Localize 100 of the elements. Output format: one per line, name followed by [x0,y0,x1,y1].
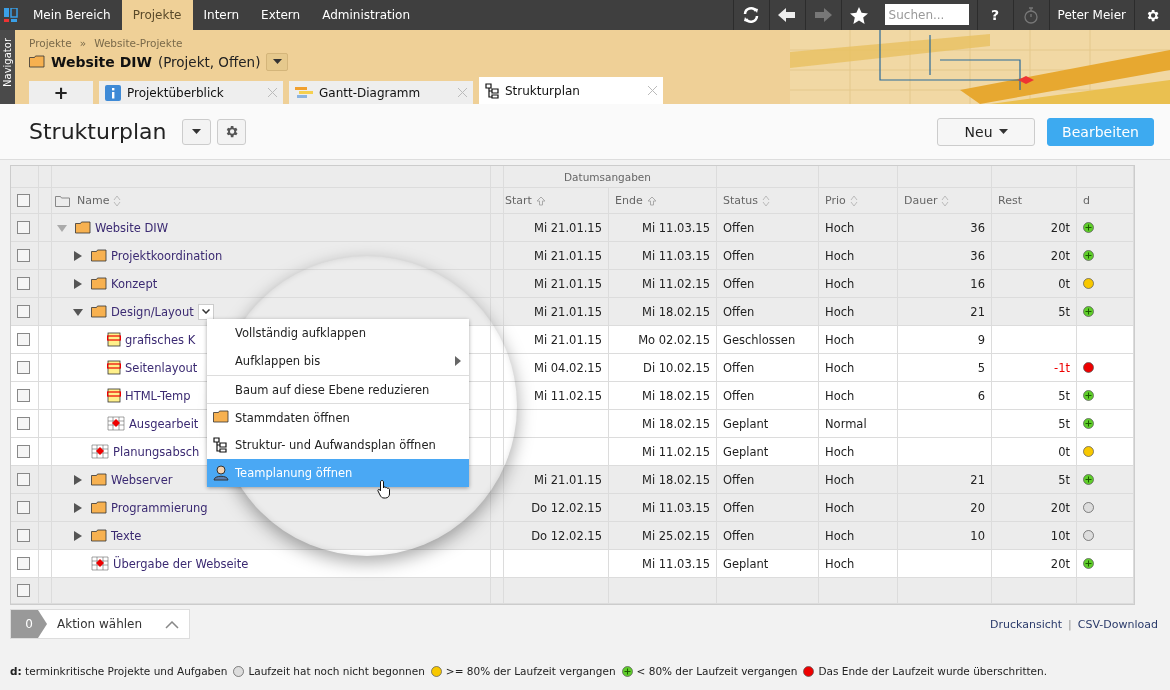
column-header[interactable]: Status [717,188,819,213]
hand-cursor-icon [377,479,393,499]
column-header[interactable]: Dauer [898,188,992,213]
table-cell: 20t [992,550,1077,577]
table-cell: Geschlossen [717,326,819,353]
table-cell: 10t [992,522,1077,549]
table-cell: Geplant [717,438,819,465]
table-cell: Hoch [819,326,898,353]
navigator-sidebar[interactable]: Navigator [0,30,15,104]
view-menu-button[interactable] [182,118,212,145]
tree-item-name[interactable]: Seitenlayout [125,360,198,375]
row-checkbox[interactable] [17,333,30,346]
row-checkbox[interactable] [17,361,30,374]
table-cell: Mi 21.01.15 [499,242,609,269]
select-all-checkbox[interactable] [17,194,30,207]
table-cell: 20t [992,494,1077,521]
row-checkbox[interactable] [17,305,30,318]
table-cell: Mi 21.01.15 [499,466,609,493]
column-header[interactable]: Prio [819,188,898,213]
caret-icon [998,129,1008,134]
row-checkbox[interactable] [17,389,30,402]
page-title: Strukturplan [29,119,167,144]
project-name: Website DIW [51,53,152,70]
table-cell: Offen [717,466,819,493]
close-icon[interactable] [458,88,467,97]
table-cell: Offen [717,270,819,297]
table-cell: Normal [819,410,898,437]
row-checkbox[interactable] [17,584,30,597]
tree-item-name[interactable]: Projektkoordination [111,248,223,263]
document-tab[interactable]: Gantt-Diagramm [289,81,473,104]
submenu-arrow-icon [455,356,461,366]
app-logo[interactable] [4,8,18,22]
breadcrumb-link[interactable]: Projekte [29,37,72,49]
tree-item-name[interactable]: Design/Layout [111,304,194,319]
folder-icon [91,501,107,514]
row-checkbox[interactable] [17,277,30,290]
column-header[interactable]: d [1077,188,1134,213]
row-checkbox[interactable] [17,501,30,514]
menu-item[interactable]: Baum auf diese Ebene reduzieren [207,375,469,403]
menu-item[interactable]: Aufklappen bis [207,347,469,375]
nav-tab[interactable]: Administration [311,0,421,30]
project-menu-button[interactable] [266,52,289,71]
menu-item[interactable]: Struktur- und Aufwandsplan öffnen [207,431,469,459]
table-cell: Offen [717,298,819,325]
column-header[interactable]: Start [499,188,609,213]
chevron-down-icon [201,309,210,314]
tree-item-name[interactable]: Website DIW [95,220,169,235]
table-cell: Mi 11.02.15 [609,438,717,465]
row-checkbox[interactable] [17,221,30,234]
row-checkbox[interactable] [17,473,30,486]
nav-tab[interactable]: Mein Bereich [22,0,122,30]
tree-item-name[interactable]: Texte [111,528,142,543]
collapsed-triangle-icon[interactable] [73,502,83,513]
close-icon[interactable] [268,88,277,97]
csv-download-link[interactable]: CSV-Download [1077,617,1158,631]
add-tab-button[interactable]: + [29,81,93,104]
nav-tab[interactable]: Intern [192,0,251,30]
new-dropdown-button[interactable]: Neu [937,117,1036,146]
search-field[interactable]: Suchen... [884,4,969,25]
row-menu-button[interactable] [197,303,214,320]
print-view-link[interactable]: Druckansicht [990,617,1063,631]
column-header[interactable]: Ende [609,188,717,213]
tree-item-name[interactable]: HTML-Temp [125,388,191,403]
row-checkbox[interactable] [17,417,30,430]
tree-item-name[interactable]: Programmierung [111,500,208,515]
legend-label: Laufzeit hat noch nicht begonnen [248,665,425,677]
tree-item-name[interactable]: Planungsabsch [113,444,200,459]
collapsed-triangle-icon[interactable] [73,474,83,485]
expanded-triangle-icon[interactable] [73,306,83,317]
tree-item-name[interactable]: Ausgearbeit [129,416,199,431]
table-cell: Mi 11.03.15 [609,494,717,521]
collapsed-triangle-icon[interactable] [73,278,83,289]
menu-item[interactable]: Vollständig aufklappen [207,319,469,347]
table-cell: 0t [992,270,1077,297]
column-header[interactable]: Name [49,188,491,213]
close-icon[interactable] [648,86,657,95]
folder-tree-icon [55,194,73,207]
person-icon [213,465,229,481]
nav-tab[interactable]: Extern [250,0,312,30]
table-cell: 5 [898,354,992,381]
action-dropdown[interactable]: 0 Aktion wählen [10,609,190,639]
menu-item[interactable]: Stammdaten öffnen [207,403,469,431]
row-checkbox[interactable] [17,445,30,458]
tree-item-name[interactable]: Konzept [111,276,158,291]
page-settings-button[interactable] [217,118,247,145]
table-cell: 36 [898,242,992,269]
column-header[interactable]: Rest [992,188,1077,213]
breadcrumb-link[interactable]: Website-Projekte [94,37,183,49]
row-checkbox[interactable] [17,249,30,262]
collapsed-triangle-icon[interactable] [73,530,83,541]
document-tab[interactable]: Strukturplan [479,77,663,104]
tree-item-name[interactable]: Übergabe der Webseite [113,556,249,571]
table-cell: Hoch [819,382,898,409]
tree-item-name[interactable]: grafisches K [125,332,196,347]
nav-tab[interactable]: Projekte [121,0,193,30]
document-tab[interactable]: Projektüberblick [99,81,283,104]
row-checkbox[interactable] [17,557,30,570]
tree-item-name[interactable]: Webserver [111,472,173,487]
row-checkbox[interactable] [17,529,30,542]
collapsed-triangle-icon[interactable] [73,250,83,261]
